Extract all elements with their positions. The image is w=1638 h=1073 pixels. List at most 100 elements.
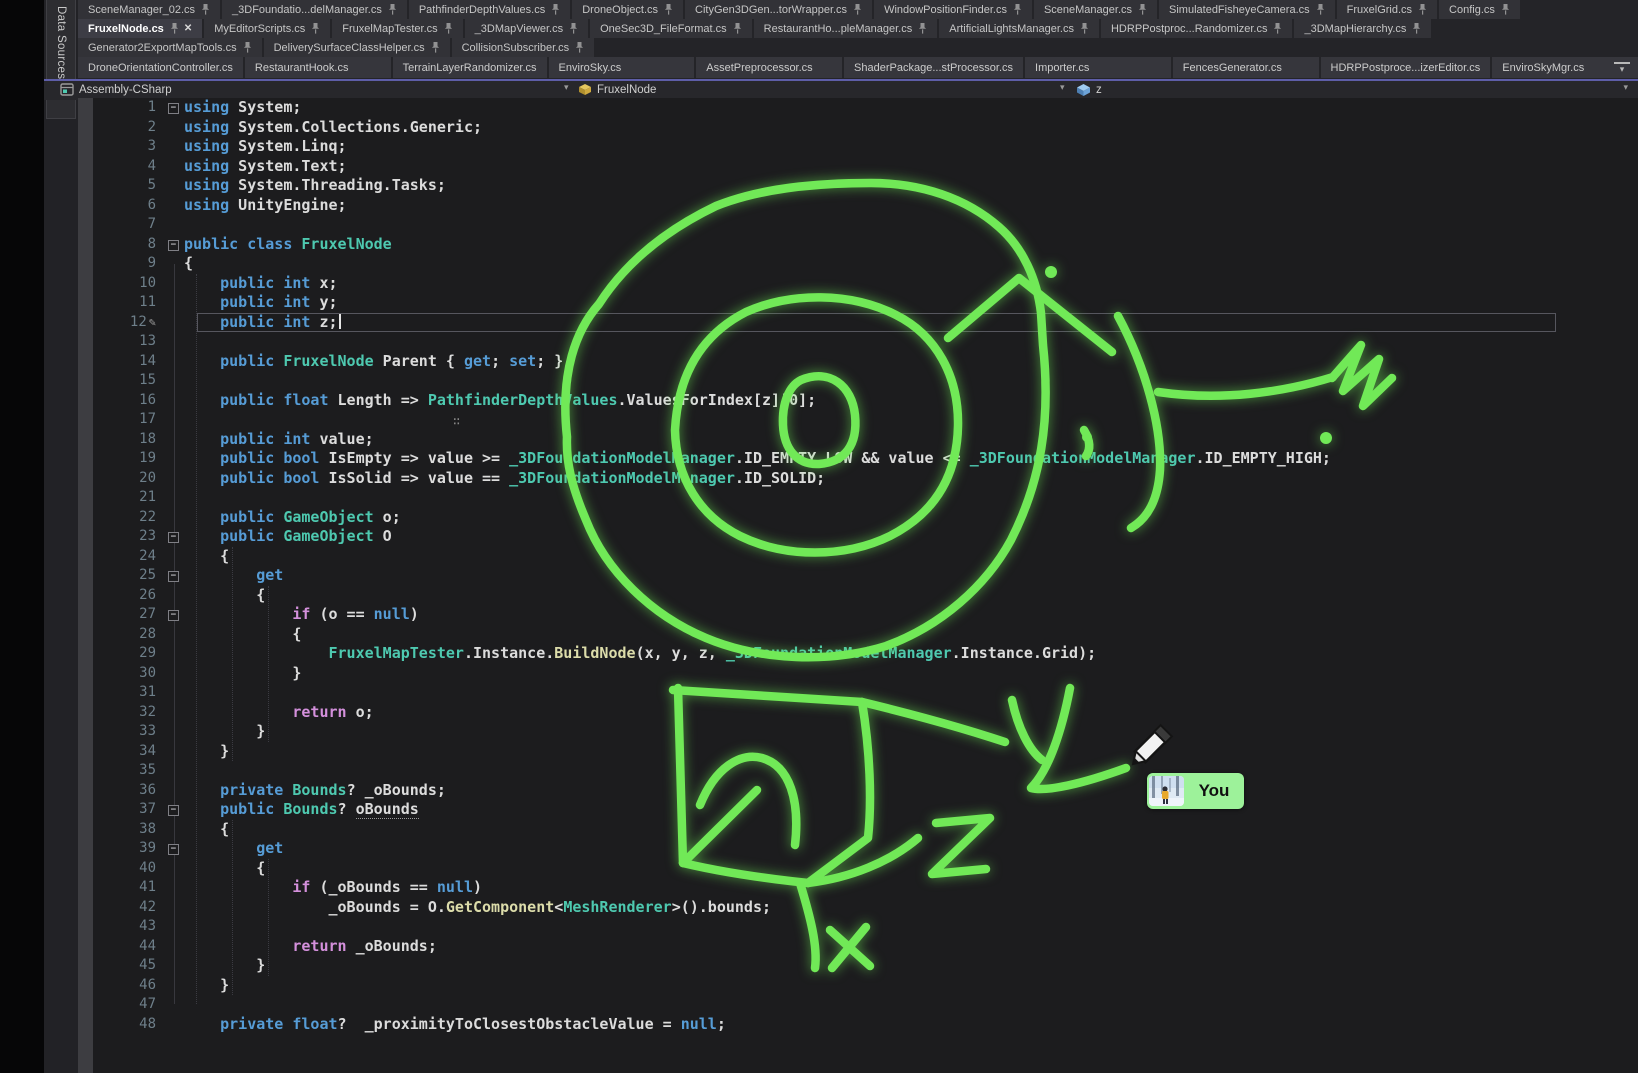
code-line-14[interactable]: 14 public FruxelNode Parent { get; set; …: [93, 352, 1638, 372]
tab-HDRPPostproc...Randomizer.cs[interactable]: HDRPPostproc...Randomizer.cs: [1101, 19, 1293, 38]
pin-icon[interactable]: [243, 42, 252, 53]
code-line-13[interactable]: 13: [93, 332, 1638, 352]
fold-collapse-icon[interactable]: −: [168, 240, 179, 251]
code-line-39[interactable]: 39− get: [93, 839, 1638, 859]
tab-RestaurantHook.cs[interactable]: RestaurantHook.cs: [245, 57, 391, 78]
tab-ShaderPackage...stProcessor.cs[interactable]: ShaderPackage...stProcessor.cs: [844, 57, 1023, 78]
pin-icon[interactable]: [388, 4, 397, 15]
tab-Config.cs[interactable]: Config.cs: [1439, 0, 1520, 19]
code-line-45[interactable]: 45 }: [93, 956, 1638, 976]
code-line-29[interactable]: 29 FruxelMapTester.Instance.BuildNode(x,…: [93, 644, 1638, 664]
code-line-31[interactable]: 31: [93, 683, 1638, 703]
pin-icon[interactable]: [575, 42, 584, 53]
code-line-19[interactable]: 19 public bool IsEmpty => value >= _3DFo…: [93, 449, 1638, 469]
pin-icon[interactable]: [733, 23, 742, 34]
tab-MyEditorScripts.cs[interactable]: MyEditorScripts.cs: [204, 19, 330, 38]
code-editor[interactable]: 1−using System;2using System.Collections…: [78, 98, 1638, 1073]
fold-collapse-icon[interactable]: −: [168, 805, 179, 816]
code-line-15[interactable]: 15: [93, 371, 1638, 391]
code-line-12[interactable]: 12✎ public int z;: [93, 313, 1638, 333]
tab-FruxelGrid.cs[interactable]: FruxelGrid.cs: [1337, 0, 1437, 19]
pin-icon[interactable]: [551, 4, 560, 15]
type-caret-icon[interactable]: ▾: [1060, 82, 1065, 93]
fold-collapse-icon[interactable]: −: [168, 532, 179, 543]
tab-DroneObject.cs[interactable]: DroneObject.cs: [572, 0, 683, 19]
tab-FencesGenerator.cs[interactable]: FencesGenerator.cs: [1173, 57, 1319, 78]
tab-OneSec3D_FileFormat.cs[interactable]: OneSec3D_FileFormat.cs: [590, 19, 752, 38]
code-line-30[interactable]: 30 }: [93, 664, 1638, 684]
pin-icon[interactable]: [170, 23, 179, 34]
code-line-28[interactable]: 28 {: [93, 625, 1638, 645]
code-line-26[interactable]: 26 {: [93, 586, 1638, 606]
code-line-34[interactable]: 34 }: [93, 742, 1638, 762]
code-line-22[interactable]: 22 public GameObject o;: [93, 508, 1638, 528]
pin-icon[interactable]: [1412, 23, 1421, 34]
tab-WindowPositionFinder.cs[interactable]: WindowPositionFinder.cs: [874, 0, 1032, 19]
code-line-18[interactable]: 18 public int value;: [93, 430, 1638, 450]
code-line-6[interactable]: 6using UnityEngine;: [93, 196, 1638, 216]
code-line-35[interactable]: 35: [93, 761, 1638, 781]
pin-icon[interactable]: [1138, 4, 1147, 15]
type-dropdown[interactable]: FruxelNode: [578, 81, 656, 98]
code-line-48[interactable]: 48 private float? _proximityToClosestObs…: [93, 1015, 1638, 1035]
tab-EnviroSky.cs[interactable]: EnviroSky.cs: [549, 57, 695, 78]
navbar-caret-icon[interactable]: ▾: [1623, 82, 1628, 93]
tab-RestaurantHo...pleManager.cs[interactable]: RestaurantHo...pleManager.cs: [754, 19, 938, 38]
pin-icon[interactable]: [1013, 4, 1022, 15]
tab-_3DMapViewer.cs[interactable]: _3DMapViewer.cs: [465, 19, 588, 38]
data-sources-tool-tab[interactable]: Data Sources: [46, 0, 76, 119]
pin-icon[interactable]: [201, 4, 210, 15]
code-line-8[interactable]: 8−public class FruxelNode: [93, 235, 1638, 255]
code-line-27[interactable]: 27− if (o == null): [93, 605, 1638, 625]
pin-icon[interactable]: [1501, 4, 1510, 15]
tab-DeliverySurfaceClassHelper.cs[interactable]: DeliverySurfaceClassHelper.cs: [264, 38, 450, 57]
tab-_3DFoundatio...delManager.cs[interactable]: _3DFoundatio...delManager.cs: [222, 0, 407, 19]
tab-SimulatedFisheyeCamera.cs[interactable]: SimulatedFisheyeCamera.cs: [1159, 0, 1335, 19]
code-line-3[interactable]: 3using System.Linq;: [93, 137, 1638, 157]
tab-DroneOrientationController.cs[interactable]: DroneOrientationController.cs: [78, 57, 243, 78]
tab-Importer.cs[interactable]: Importer.cs: [1025, 57, 1171, 78]
code-line-5[interactable]: 5using System.Threading.Tasks;: [93, 176, 1638, 196]
project-caret-icon[interactable]: ▾: [564, 82, 569, 93]
pin-icon[interactable]: [918, 23, 927, 34]
fold-collapse-icon[interactable]: −: [168, 610, 179, 621]
code-line-1[interactable]: 1−using System;: [93, 98, 1638, 118]
code-line-9[interactable]: 9{: [93, 254, 1638, 274]
pin-icon[interactable]: [311, 23, 320, 34]
pin-icon[interactable]: [1316, 4, 1325, 15]
code-line-20[interactable]: 20 public bool IsSolid => value == _3DFo…: [93, 469, 1638, 489]
code-line-42[interactable]: 42 _oBounds = O.GetComponent<MeshRendere…: [93, 898, 1638, 918]
code-line-41[interactable]: 41 if (_oBounds == null): [93, 878, 1638, 898]
code-line-37[interactable]: 37− public Bounds? oBounds: [93, 800, 1638, 820]
code-line-2[interactable]: 2using System.Collections.Generic;: [93, 118, 1638, 138]
tab-ArtificialLightsManager.cs[interactable]: ArtificialLightsManager.cs: [939, 19, 1099, 38]
code-line-40[interactable]: 40 {: [93, 859, 1638, 879]
tab-overflow-button[interactable]: ▾: [1614, 62, 1630, 77]
tab-_3DMapHierarchy.cs[interactable]: _3DMapHierarchy.cs: [1294, 19, 1431, 38]
tab-CollisionSubscriber.cs[interactable]: CollisionSubscriber.cs: [452, 38, 595, 57]
pin-icon[interactable]: [1080, 23, 1089, 34]
pin-icon[interactable]: [444, 23, 453, 34]
tab-SceneManager_02.cs[interactable]: SceneManager_02.cs: [78, 0, 220, 19]
tab-AssetPreprocessor.cs[interactable]: AssetPreprocessor.cs: [696, 57, 842, 78]
code-line-32[interactable]: 32 return o;: [93, 703, 1638, 723]
tab-HDRPPostproce...izerEditor.cs[interactable]: HDRPPostproce...izerEditor.cs: [1321, 57, 1491, 78]
code-line-10[interactable]: 10 public int x;: [93, 274, 1638, 294]
pin-icon[interactable]: [431, 42, 440, 53]
tab-FruxelMapTester.cs[interactable]: FruxelMapTester.cs: [332, 19, 462, 38]
code-line-25[interactable]: 25− get: [93, 566, 1638, 586]
code-line-7[interactable]: 7: [93, 215, 1638, 235]
code-line-47[interactable]: 47: [93, 995, 1638, 1015]
code-line-11[interactable]: 11 public int y;: [93, 293, 1638, 313]
pin-icon[interactable]: [853, 4, 862, 15]
code-line-16[interactable]: 16 public float Length => PathfinderDept…: [93, 391, 1638, 411]
fold-collapse-icon[interactable]: −: [168, 844, 179, 855]
code-line-21[interactable]: 21: [93, 488, 1638, 508]
pin-icon[interactable]: [664, 4, 673, 15]
code-line-17[interactable]: 17: [93, 410, 1638, 430]
pin-icon[interactable]: [1418, 4, 1427, 15]
code-line-36[interactable]: 36 private Bounds? _oBounds;: [93, 781, 1638, 801]
code-line-33[interactable]: 33 }: [93, 722, 1638, 742]
tab-SceneManager.cs[interactable]: SceneManager.cs: [1034, 0, 1157, 19]
member-dropdown[interactable]: z: [1076, 81, 1102, 98]
